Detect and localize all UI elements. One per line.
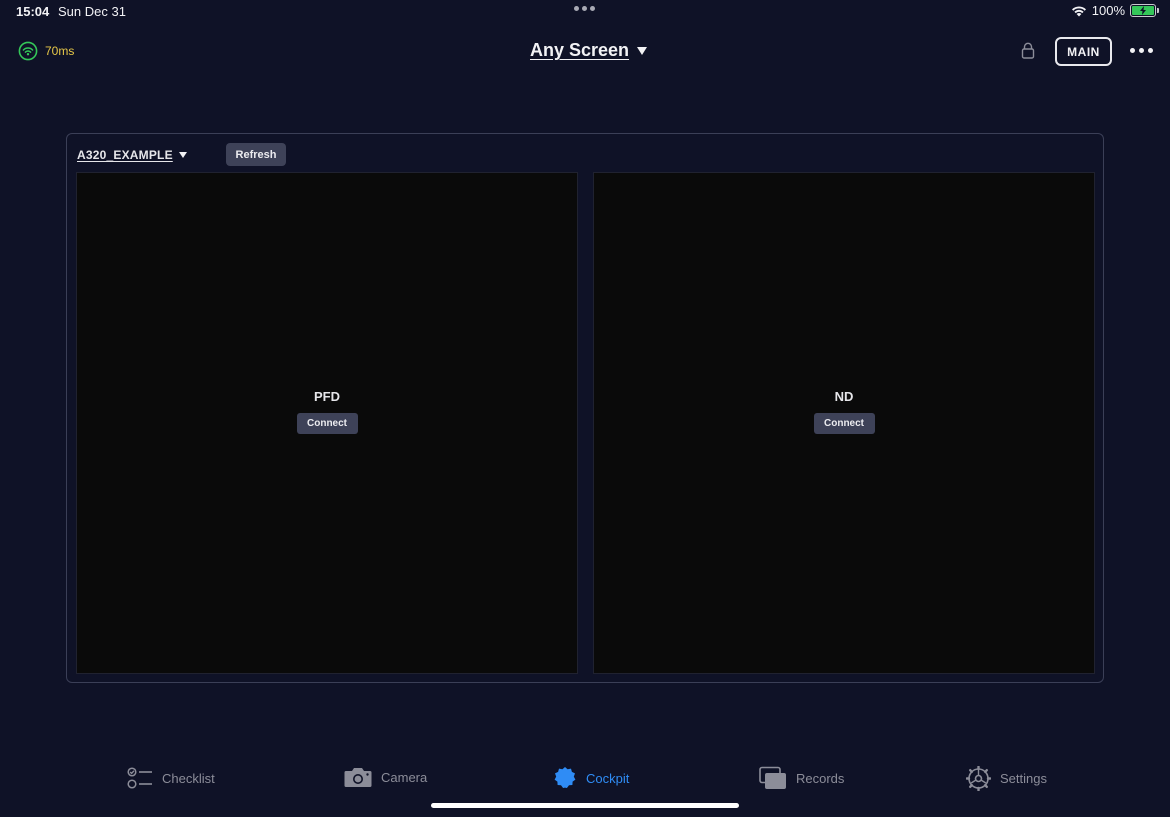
- main-button[interactable]: MAIN: [1055, 37, 1112, 66]
- wifi-icon: [1071, 5, 1086, 16]
- app-screen: 15:04 Sun Dec 31 100% 70ms Any Screen MA…: [0, 0, 1170, 817]
- display-label: ND: [834, 388, 854, 404]
- multitasking-dots-icon[interactable]: [574, 6, 595, 11]
- status-time: 15:04: [16, 4, 50, 19]
- more-options-icon[interactable]: [1130, 48, 1153, 53]
- cockpit-panel: A320_EXAMPLE Refresh PFD Connect ND Conn…: [66, 133, 1104, 683]
- tab-cockpit[interactable]: Cockpit: [553, 766, 629, 790]
- connect-pfd-button[interactable]: Connect: [296, 412, 358, 434]
- display-pane-pfd: PFD Connect: [76, 172, 578, 674]
- cockpit-icon: [554, 767, 576, 788]
- chevron-down-icon: [178, 152, 187, 158]
- checklist-icon: [127, 767, 152, 789]
- screen-selector[interactable]: Any Screen: [530, 40, 648, 61]
- latency-value: 70ms: [45, 44, 75, 58]
- profile-name: A320_EXAMPLE: [77, 148, 173, 162]
- battery-icon: [1130, 4, 1159, 17]
- tab-label: Settings: [1000, 771, 1047, 786]
- wifi-signal-icon: [18, 41, 38, 61]
- tab-label: Camera: [381, 769, 428, 785]
- profile-selector[interactable]: A320_EXAMPLE: [77, 148, 187, 162]
- status-date: Sun Dec 31: [58, 4, 126, 19]
- lock-icon[interactable]: [1021, 42, 1035, 59]
- tab-records[interactable]: Records: [759, 766, 844, 790]
- connection-status: 70ms: [18, 41, 74, 61]
- tab-label: Records: [796, 770, 845, 786]
- camera-icon: [344, 768, 372, 787]
- tab-label: Cockpit: [586, 770, 630, 786]
- battery-percent: 100%: [1091, 3, 1125, 18]
- tab-camera[interactable]: Camera: [344, 766, 427, 788]
- display-pane-nd: ND Connect: [593, 172, 1095, 674]
- tab-label: Checklist: [162, 770, 215, 786]
- status-indicators: 100%: [1071, 3, 1159, 18]
- refresh-button[interactable]: Refresh: [226, 143, 286, 166]
- settings-icon: [966, 766, 991, 791]
- records-icon: [759, 766, 786, 789]
- tab-bar: Checklist Camera Cockpit Records Setting…: [0, 760, 1170, 800]
- tab-checklist[interactable]: Checklist: [127, 766, 215, 790]
- display-label: PFD: [314, 388, 340, 404]
- charging-bolt-icon: [1140, 6, 1146, 15]
- status-bar: 15:04 Sun Dec 31 100%: [0, 0, 1170, 24]
- tab-settings[interactable]: Settings: [966, 766, 1047, 791]
- screen-title: Any Screen: [530, 40, 630, 60]
- connect-nd-button[interactable]: Connect: [813, 412, 875, 434]
- chevron-down-icon: [637, 46, 648, 55]
- home-indicator[interactable]: [431, 803, 739, 808]
